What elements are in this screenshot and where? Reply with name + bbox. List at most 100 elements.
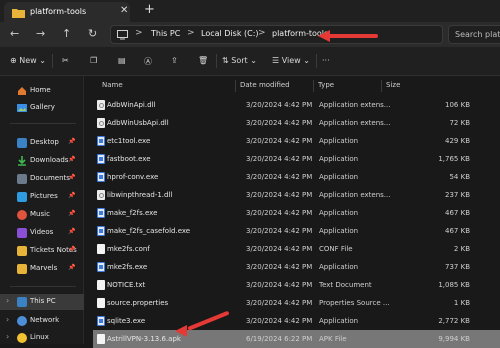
sidebar-item-videos[interactable]: Videos 📌 (0, 225, 84, 241)
more-options-button[interactable]: ··· (322, 56, 330, 65)
music-icon (17, 210, 27, 220)
exe-file-icon (97, 136, 105, 146)
column-header-name[interactable]: Name (102, 81, 123, 89)
annotation-arrowhead-address (318, 30, 330, 42)
sidebar-item-home[interactable]: Home (0, 83, 84, 99)
pc-icon (17, 297, 27, 307)
table-row[interactable]: libwinpthread-1.dll 3/20/2024 4:42 PM Appl… (93, 186, 500, 204)
sidebar-item-label: Desktop (30, 138, 59, 146)
sidebar-item-gallery[interactable]: Gallery (0, 100, 84, 116)
file-name: AdbWinUsbApi.dll (107, 119, 169, 127)
exe-file-icon (97, 172, 105, 182)
table-row[interactable]: NOTICE.txt 3/20/2024 4:42 PM Text Document… (93, 276, 500, 294)
search-input[interactable]: Search platfo (448, 25, 500, 44)
forward-icon[interactable]: → (36, 27, 45, 40)
table-row[interactable]: fastboot.exe 3/20/2024 4:42 PM Application… (93, 150, 500, 168)
chevron-down-icon: ⌄ (303, 56, 310, 65)
network-icon (17, 316, 27, 326)
tab-platform-tools[interactable]: platform-tools ✕ (4, 2, 130, 22)
column-header-date[interactable]: Date modified (240, 81, 290, 89)
file-type: APK File (319, 335, 347, 343)
file-date: 3/20/2024 4:42 PM (246, 155, 313, 163)
sidebar-item-pictures[interactable]: Pictures 📌 (0, 189, 84, 205)
table-row[interactable]: AstrillVPN-3.13.6.apk 6/19/2024 6:22 PM AP… (93, 330, 500, 348)
sidebar-item-label: This PC (30, 297, 56, 305)
sidebar-item-documents[interactable]: Documents 📌 (0, 171, 84, 187)
pin-icon: 📌 (68, 174, 76, 181)
file-name: make_f2fs.exe (107, 209, 158, 217)
sidebar-item-tickets-notes[interactable]: Tickets Notes 📌 (0, 243, 84, 259)
refresh-icon[interactable]: ↻ (88, 27, 97, 40)
column-divider[interactable] (313, 80, 314, 92)
close-tab-icon[interactable]: ✕ (120, 5, 128, 16)
delete-icon[interactable]: 🗑 (198, 56, 208, 65)
column-divider[interactable] (381, 80, 382, 92)
file-name: libwinpthread-1.dll (107, 191, 173, 199)
column-divider[interactable] (235, 80, 236, 92)
paste-icon[interactable]: ▤ (118, 56, 126, 65)
back-icon[interactable]: ← (10, 27, 19, 40)
file-name: etc1tool.exe (107, 137, 151, 145)
file-type: Application extens... (319, 101, 391, 109)
chevron-right-icon[interactable]: › (6, 315, 9, 324)
file-size: 467 KB (445, 209, 470, 217)
table-row[interactable]: hprof-conv.exe 3/20/2024 4:42 PM Applicati… (93, 168, 500, 186)
sidebar-item-desktop[interactable]: Desktop 📌 (0, 135, 84, 151)
breadcrumb-local-disk[interactable]: Local Disk (C:) (201, 29, 259, 38)
sidebar-divider (10, 123, 76, 124)
file-date: 3/20/2024 4:42 PM (246, 263, 313, 271)
new-button[interactable]: ⊕ New ⌄ (10, 56, 46, 65)
table-row[interactable]: AdbWinUsbApi.dll 3/20/2024 4:42 PM Applica… (93, 114, 500, 132)
sidebar-item-music[interactable]: Music 📌 (0, 207, 84, 223)
address-bar[interactable]: > This PC > Local Disk (C:) > platform-t… (110, 25, 443, 44)
rename-icon[interactable]: Ⓐ (144, 56, 152, 67)
table-row[interactable]: mke2fs.exe 3/20/2024 4:42 PM Application 73… (93, 258, 500, 276)
chevron-right-icon: > (187, 28, 195, 38)
file-date: 3/20/2024 4:42 PM (246, 101, 313, 109)
column-header-type[interactable]: Type (318, 81, 334, 89)
table-row[interactable]: make_f2fs.exe 3/20/2024 4:42 PM Applicatio… (93, 204, 500, 222)
file-type: Application (319, 173, 359, 181)
file-type: Application (319, 209, 359, 217)
file-icon (97, 334, 105, 344)
view-button[interactable]: ☰ View ⌄ (272, 56, 310, 65)
videos-icon (17, 228, 27, 238)
copy-icon[interactable]: ❐ (90, 56, 97, 65)
pin-icon: 📌 (68, 246, 76, 253)
table-row[interactable]: source.properties 3/20/2024 4:42 PM Proper… (93, 294, 500, 312)
chevron-down-icon: ⌄ (39, 56, 46, 65)
file-type: Application (319, 227, 359, 235)
chevron-right-icon[interactable]: › (6, 332, 9, 341)
file-icon (97, 244, 105, 254)
breadcrumb-this-pc[interactable]: This PC (151, 29, 180, 38)
sidebar-item-this-pc[interactable]: › This PC (0, 294, 84, 310)
sidebar-item-marvels[interactable]: Marvels 📌 (0, 261, 84, 277)
table-row[interactable]: sqlite3.exe 3/20/2024 4:42 PM Application 2… (93, 312, 500, 330)
file-name: sqlite3.exe (107, 317, 146, 325)
linux-icon (17, 333, 27, 343)
pin-icon: 📌 (68, 228, 76, 235)
column-header-size[interactable]: Size (386, 81, 400, 89)
table-row[interactable]: make_f2fs_casefold.exe 3/20/2024 4:42 PM A… (93, 222, 500, 240)
file-type: Application (319, 263, 359, 271)
share-icon[interactable]: ⇪ (171, 56, 178, 65)
sort-button[interactable]: ⇅ Sort ⌄ (222, 56, 257, 65)
cut-icon[interactable]: ✂ (62, 56, 69, 65)
table-row[interactable]: AdbWinApi.dll 3/20/2024 4:42 PM Applicatio… (93, 96, 500, 114)
file-size: 1 KB (453, 299, 470, 307)
table-row[interactable]: mke2fs.conf 3/20/2024 4:42 PM CONF File 2 K… (93, 240, 500, 258)
file-date: 3/20/2024 4:42 PM (246, 317, 313, 325)
sidebar-item-downloads[interactable]: Downloads 📌 (0, 153, 84, 169)
new-tab-button[interactable]: + (144, 2, 155, 17)
file-type: Text Document (319, 281, 372, 289)
file-size: 2,772 KB (438, 317, 470, 325)
table-row[interactable]: etc1tool.exe 3/20/2024 4:42 PM Application… (93, 132, 500, 150)
file-type: Application (319, 155, 359, 163)
file-size: 429 KB (445, 137, 470, 145)
file-name: mke2fs.conf (107, 245, 150, 253)
up-icon[interactable]: ↑ (62, 27, 71, 40)
chevron-right-icon[interactable]: › (6, 296, 9, 305)
pin-icon: 📌 (68, 156, 76, 163)
sidebar-item-network[interactable]: › Network (0, 313, 84, 329)
file-date: 3/20/2024 4:42 PM (246, 209, 313, 217)
